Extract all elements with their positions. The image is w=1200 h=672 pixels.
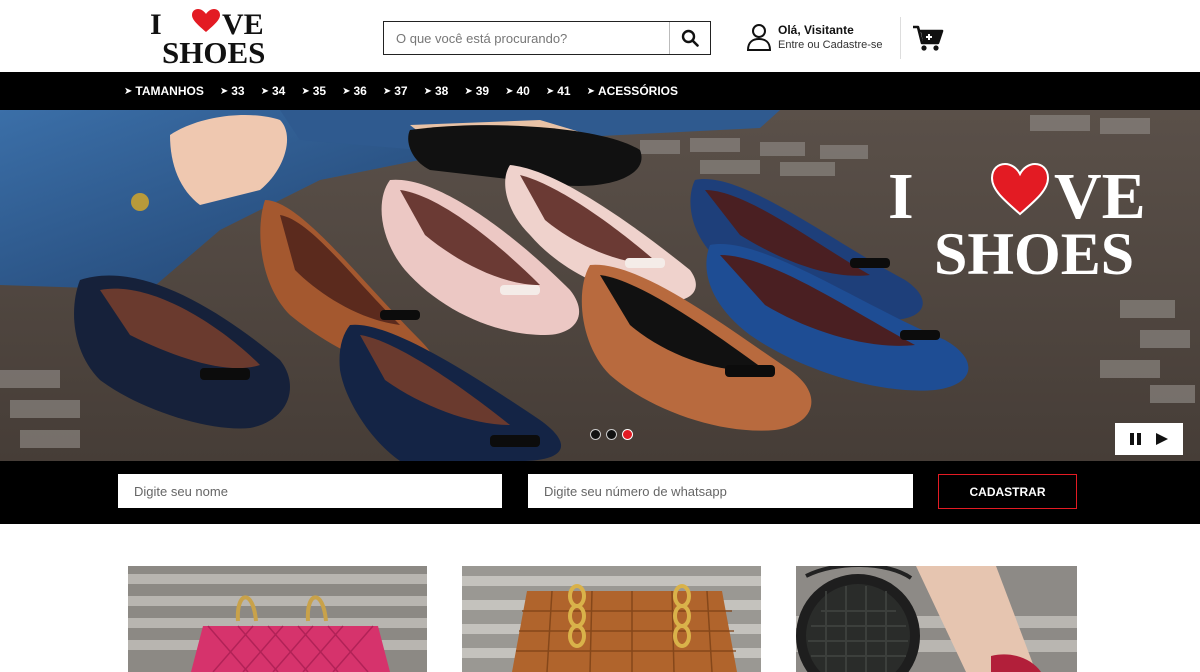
nav-item-40[interactable]: ➤ 40 (505, 84, 530, 98)
svg-text:SHOES: SHOES (162, 35, 265, 66)
pause-button[interactable] (1129, 432, 1143, 446)
chevron-right-icon: ➤ (423, 85, 432, 97)
carousel-dot-2[interactable] (606, 429, 617, 440)
brand-logo[interactable]: I VE SHOES (148, 8, 298, 70)
banner-logo-shoes: SHOES (934, 221, 1134, 280)
cart-button[interactable] (912, 24, 944, 52)
chevron-right-icon: ➤ (124, 85, 133, 97)
nav-item-label: 36 (353, 84, 367, 98)
nav-item-label: 38 (434, 84, 449, 98)
nav-item-37[interactable]: ➤ 37 (383, 84, 408, 98)
whatsapp-input[interactable] (528, 474, 913, 508)
hero-banner[interactable]: I VE SHOES (0, 110, 1200, 461)
nav-item-tamanhos[interactable]: ➤ TAMANHOS (124, 84, 204, 98)
nav-list: ➤ TAMANHOS ➤ 33 ➤ 34 ➤ 35 ➤ 36 ➤ 37 ➤ 38 ➤ 39 ➤ 4… (124, 72, 694, 110)
cart-icon (913, 25, 944, 51)
nav-item-35[interactable]: ➤ 35 (301, 84, 326, 98)
product-image (462, 566, 761, 672)
search-input[interactable] (384, 22, 669, 54)
banner-logo-i: I (888, 160, 914, 233)
nav-item-acessorios[interactable]: ➤ ACESSÓRIOS (587, 84, 678, 98)
account-link[interactable]: Olá, Visitante Entre ou Cadastre-se (746, 20, 896, 56)
nav-item-label: 40 (516, 84, 530, 98)
main-nav: ➤ TAMANHOS ➤ 33 ➤ 34 ➤ 35 ➤ 36 ➤ 37 ➤ 38 ➤ 39 ➤ 4… (0, 72, 1200, 110)
carousel-dot-3[interactable] (622, 429, 633, 440)
search-icon (681, 29, 699, 47)
chevron-right-icon: ➤ (505, 85, 514, 97)
nav-item-41[interactable]: ➤ 41 (546, 84, 571, 98)
banner-brand-logo: I VE SHOES (888, 160, 1188, 287)
nav-item-label: ACESSÓRIOS (597, 84, 678, 98)
nav-item-label: 34 (271, 84, 286, 98)
signup-submit-button[interactable]: CADASTRAR (938, 474, 1077, 509)
carousel-dot-1[interactable] (590, 429, 601, 440)
newsletter-signup: CADASTRAR (0, 461, 1200, 524)
nav-item-label: 35 (312, 84, 327, 98)
product-image (796, 566, 1077, 672)
chevron-right-icon: ➤ (382, 85, 392, 97)
carousel-controls (1115, 423, 1183, 455)
nav-item-34[interactable]: ➤ 34 (261, 84, 286, 98)
nav-item-33[interactable]: ➤ 33 (220, 84, 245, 98)
product-image (128, 566, 427, 672)
nav-item-label: TAMANHOS (135, 84, 204, 98)
nav-item-39[interactable]: ➤ 39 (464, 84, 489, 98)
nav-item-36[interactable]: ➤ 36 (342, 84, 367, 98)
chevron-right-icon: ➤ (301, 85, 310, 97)
carousel-dots (590, 429, 633, 440)
pause-icon (1130, 433, 1141, 445)
chevron-right-icon: ➤ (545, 85, 555, 97)
login-link[interactable]: Entre ou Cadastre-se (778, 39, 883, 51)
chevron-right-icon: ➤ (342, 85, 351, 97)
account-greeting: Olá, Visitante (778, 23, 854, 37)
chevron-right-icon: ➤ (260, 85, 269, 97)
chevron-right-icon: ➤ (219, 85, 229, 97)
site-header: I VE SHOES Olá, Visitante Entre ou Cadas… (0, 0, 1200, 72)
svg-text:I: I (150, 8, 162, 41)
search-button[interactable] (670, 22, 710, 54)
name-input[interactable] (118, 474, 502, 508)
chevron-right-icon: ➤ (586, 85, 595, 97)
product-card-brown-bag[interactable] (462, 566, 761, 672)
nav-item-label: 41 (557, 84, 571, 98)
nav-item-38[interactable]: ➤ 38 (424, 84, 449, 98)
chevron-right-icon: ➤ (464, 85, 473, 97)
play-icon (1156, 433, 1168, 445)
search-bar (383, 21, 711, 55)
play-button[interactable] (1155, 432, 1169, 446)
product-card-black-bag[interactable] (796, 566, 1077, 672)
nav-item-label: 39 (475, 84, 490, 98)
user-icon (746, 24, 772, 51)
nav-item-label: 33 (231, 84, 245, 98)
nav-item-label: 37 (394, 84, 408, 98)
product-card-pink-bag[interactable] (128, 566, 427, 672)
header-divider (900, 17, 901, 59)
